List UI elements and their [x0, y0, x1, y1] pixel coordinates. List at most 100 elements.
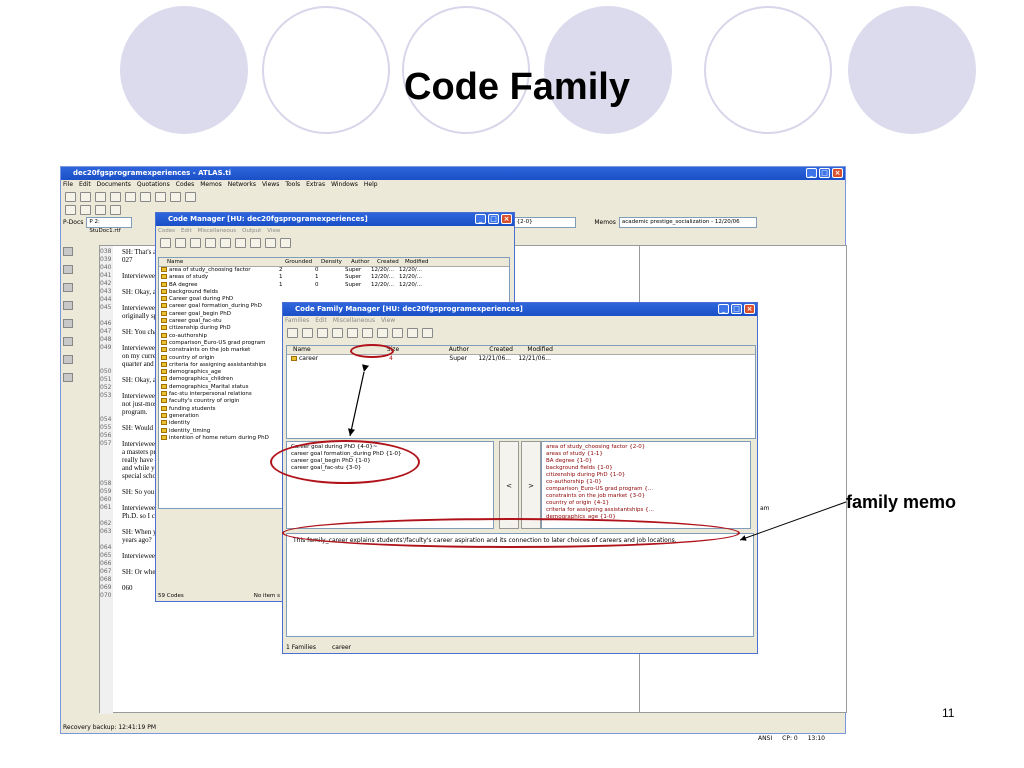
memos-combo[interactable]: academic prestige_socialization - 12/20/… [618, 216, 757, 228]
cm-close-button[interactable]: × [501, 214, 512, 224]
cm-play-icon[interactable] [205, 238, 216, 248]
cm-minimize-button[interactable]: _ [475, 214, 486, 224]
cm-menu-output[interactable]: Output [242, 226, 261, 236]
non-member-item[interactable]: comparison_Euro-US grad program {... [546, 486, 746, 493]
col-created[interactable]: Created [377, 258, 405, 266]
add-member-button[interactable]: > [521, 441, 541, 529]
non-member-item[interactable]: areas of study {1-1} [546, 451, 746, 458]
menu-windows[interactable]: Windows [331, 180, 358, 190]
col-modified[interactable]: Modified [405, 258, 435, 266]
bold-icon[interactable] [80, 205, 91, 215]
search-icon[interactable] [110, 192, 121, 202]
minimize-button[interactable]: _ [806, 168, 817, 178]
code-row[interactable]: background fields [159, 288, 509, 296]
menu-help[interactable]: Help [364, 180, 378, 190]
family-icon[interactable] [63, 319, 73, 328]
cm-folder-icon[interactable] [190, 238, 201, 248]
non-member-item[interactable]: co-authorship {1-0} [546, 479, 746, 486]
arrow-icon[interactable] [170, 192, 181, 202]
cfm-print-icon[interactable] [407, 328, 418, 338]
text-icon[interactable] [63, 373, 73, 382]
non-member-item[interactable]: country of origin {4-1} [546, 500, 746, 507]
menu-codes[interactable]: Codes [176, 180, 195, 190]
menu-documents[interactable]: Documents [97, 180, 131, 190]
fam-col-created[interactable]: Created [469, 346, 513, 354]
cfm-new-icon[interactable] [287, 328, 298, 338]
cfm-close-button[interactable]: × [744, 304, 755, 314]
cfm-filter-icon[interactable] [377, 328, 388, 338]
cm-menu-codes[interactable]: Codes [158, 226, 175, 236]
help-icon[interactable] [155, 192, 166, 202]
non-member-item[interactable]: citizenship during PhD {1-0} [546, 472, 746, 479]
family-list[interactable]: Name Size Author Created Modified career… [286, 345, 756, 439]
code-row[interactable]: BA degree 1 0 Super 12/20/... 12/20/... [159, 281, 509, 289]
open-icon[interactable] [80, 192, 91, 202]
fam-col-modified[interactable]: Modified [513, 346, 553, 354]
col-author[interactable]: Author [351, 258, 377, 266]
cm-view-icon[interactable] [265, 238, 276, 248]
family-memo-field[interactable]: This family_career explains students'/fa… [286, 533, 754, 637]
menu-edit[interactable]: Edit [79, 180, 91, 190]
cm-maximize-button[interactable]: □ [488, 214, 499, 224]
cm-code-icon[interactable] [220, 238, 231, 248]
cfm-doc-icon[interactable] [332, 328, 343, 338]
pdoc-combo[interactable]: P 2: StuDoc1.rtf [86, 216, 133, 234]
check-icon[interactable] [63, 337, 73, 346]
pen-icon[interactable] [65, 205, 76, 215]
non-member-item[interactable]: background fields {1-0} [546, 465, 746, 472]
cfm-network-icon[interactable] [362, 328, 373, 338]
non-member-item[interactable]: criteria for assigning assistantships {.… [546, 507, 746, 514]
cfm-menu-misc[interactable]: Miscellaneous [333, 316, 375, 326]
code-row[interactable]: areas of study 1 1 Super 12/20/... 12/20/... [159, 274, 509, 281]
cfm-code-icon[interactable] [347, 328, 358, 338]
menu-quotations[interactable]: Quotations [137, 180, 170, 190]
col-grounded[interactable]: Grounded [285, 258, 321, 266]
cm-menu-view[interactable]: View [267, 226, 280, 236]
col-density[interactable]: Density [321, 258, 351, 266]
code-icon[interactable] [63, 247, 73, 256]
non-member-item[interactable]: area of study_choosing factor {2-0} [546, 444, 746, 451]
print-icon[interactable] [125, 192, 136, 202]
link-icon[interactable] [63, 301, 73, 310]
cm-delete-icon[interactable] [235, 238, 246, 248]
menu-views[interactable]: Views [262, 180, 279, 190]
cm-print-icon[interactable] [250, 238, 261, 248]
cfm-menu-families[interactable]: Families [285, 316, 309, 326]
non-members-list[interactable]: area of study_choosing factor {2-0} areas… [541, 441, 751, 529]
col-name[interactable]: Name [159, 258, 285, 266]
cm-menu-edit[interactable]: Edit [181, 226, 192, 236]
maximize-button[interactable]: □ [819, 168, 830, 178]
menu-file[interactable]: File [63, 180, 73, 190]
memo-icon[interactable] [63, 283, 73, 292]
cfm-menu-edit[interactable]: Edit [315, 316, 327, 326]
cfm-maximize-button[interactable]: □ [731, 304, 742, 314]
menu-memos[interactable]: Memos [200, 180, 222, 190]
cfm-delete-icon[interactable] [392, 328, 403, 338]
cfm-folder-icon[interactable] [317, 328, 328, 338]
cfm-open-icon[interactable] [302, 328, 313, 338]
save-icon[interactable] [95, 192, 106, 202]
fam-col-author[interactable]: Author [423, 346, 469, 354]
quote-icon[interactable] [63, 265, 73, 274]
cm-menu-misc[interactable]: Miscellaneous [198, 226, 237, 236]
cm-new-icon[interactable] [160, 238, 171, 248]
underline-icon[interactable] [110, 205, 121, 215]
network-icon[interactable] [140, 192, 151, 202]
italic-icon[interactable] [95, 205, 106, 215]
back-icon[interactable] [185, 192, 196, 202]
comment-icon[interactable] [63, 355, 73, 364]
cfm-menu-view[interactable]: View [381, 316, 395, 326]
cm-open-icon[interactable] [175, 238, 186, 248]
remove-member-button[interactable]: < [499, 441, 519, 529]
menu-networks[interactable]: Networks [228, 180, 256, 190]
new-hu-icon[interactable] [65, 192, 76, 202]
cm-family-icon[interactable] [280, 238, 291, 248]
non-member-item[interactable]: BA degree {1-0} [546, 458, 746, 465]
code-row[interactable]: area of study_choosing factor 2 0 Super 12/2… [159, 267, 509, 274]
cfm-view-icon[interactable] [422, 328, 433, 338]
close-button[interactable]: × [832, 168, 843, 178]
cfm-minimize-button[interactable]: _ [718, 304, 729, 314]
menu-tools[interactable]: Tools [285, 180, 300, 190]
menu-extras[interactable]: Extras [306, 180, 325, 190]
non-member-item[interactable]: constraints on the job market {3-0} [546, 493, 746, 500]
